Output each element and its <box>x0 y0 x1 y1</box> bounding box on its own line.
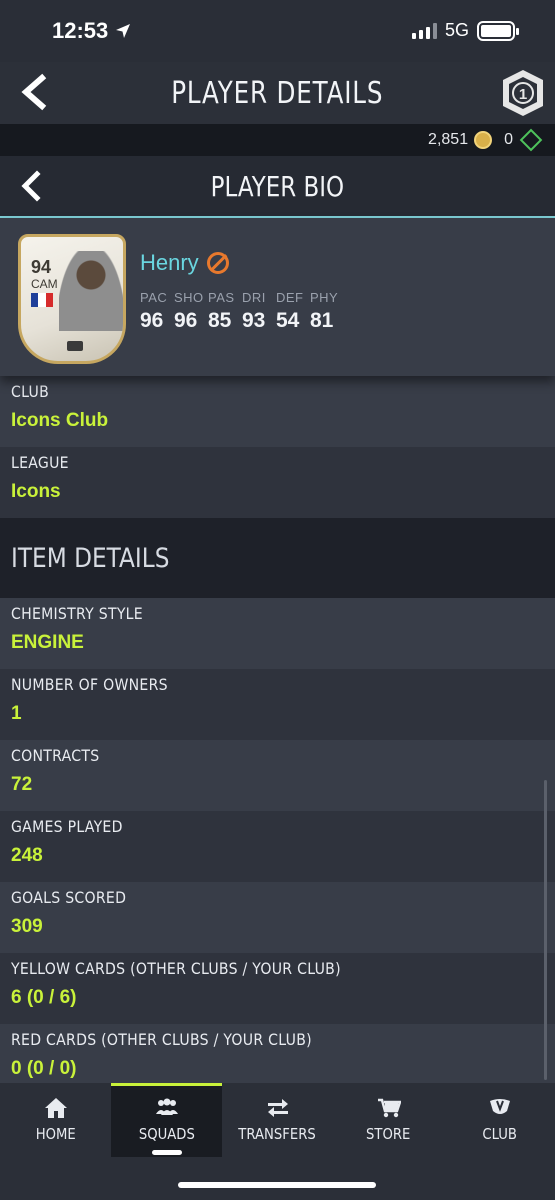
currency-bar: 2,851 0 <box>0 124 555 156</box>
nav-home[interactable]: HOME <box>0 1083 111 1157</box>
status-indicators: 5G <box>411 20 519 41</box>
row-label: YELLOW CARDS (OTHER CLUBS / YOUR CLUB) <box>11 959 341 978</box>
coin-icon <box>474 131 493 149</box>
stat-value: 81 <box>310 309 334 332</box>
player-photo <box>59 251 123 331</box>
stat-value: 54 <box>276 309 300 332</box>
row-value: ENGINE <box>11 632 84 653</box>
row-label: GOALS SCORED <box>11 888 127 907</box>
player-name: Henry <box>140 250 199 275</box>
scrollbar[interactable] <box>544 780 547 1080</box>
row-value: 309 <box>11 916 43 937</box>
detail-row-owners: NUMBER OF OWNERS 1 <box>0 669 555 740</box>
back-chevron-icon[interactable] <box>16 72 56 112</box>
stat-value: 96 <box>140 309 164 332</box>
nav-label: STORE <box>366 1125 411 1143</box>
sub-header-title: PLAYER BIO <box>210 169 345 203</box>
row-label: GAMES PLAYED <box>11 817 123 836</box>
stat-value: 85 <box>208 309 232 332</box>
bio-row-league: LEAGUE Icons <box>0 447 555 518</box>
nav-transfers[interactable]: TRANSFERS <box>222 1083 333 1157</box>
player-card[interactable]: 94 CAM <box>18 234 126 364</box>
stat-value: 96 <box>174 309 198 332</box>
row-value: Icons Club <box>11 410 109 431</box>
page-title: PLAYER DETAILS <box>171 75 384 111</box>
nav-label: TRANSFERS <box>238 1125 317 1143</box>
row-value: 0 (0 / 0) <box>11 1058 77 1079</box>
section-title: ITEM DETAILS <box>11 542 170 574</box>
details-list: CLUB Icons Club LEAGUE Icons ITEM DETAIL… <box>0 376 555 1095</box>
sub-back-chevron-icon[interactable] <box>16 170 48 202</box>
nav-label: SQUADS <box>138 1125 195 1143</box>
objectives-badge: 1 <box>519 86 527 103</box>
detail-row-contracts: CONTRACTS 72 <box>0 740 555 811</box>
row-value: 6 (0 / 6) <box>11 987 77 1008</box>
sub-header: PLAYER BIO <box>0 156 555 218</box>
untradeable-icon <box>206 252 229 274</box>
bottom-nav: HOME SQUADS TRANSFERS STORE CLUB <box>0 1083 555 1200</box>
item-details-heading: ITEM DETAILS <box>0 518 555 598</box>
battery-icon <box>477 20 519 41</box>
stat-value: 93 <box>242 309 266 332</box>
time-text: 12:53 <box>52 18 109 43</box>
stat-label: PHY <box>310 290 339 305</box>
stat-label: DRI <box>242 290 266 305</box>
row-value: 248 <box>11 845 43 866</box>
stat-pac: PAC 96 <box>140 290 168 333</box>
row-value: Icons <box>11 481 61 502</box>
stat-sho: SHO 96 <box>174 290 203 333</box>
store-icon <box>377 1098 401 1118</box>
squads-icon <box>155 1098 178 1115</box>
france-flag-icon <box>31 293 53 307</box>
detail-row-games-played: GAMES PLAYED 248 <box>0 811 555 882</box>
row-value: 1 <box>11 703 22 724</box>
player-stats: PAC 96 SHO 96 PAS 85 DRI 93 DEF 54 PHY 8… <box>140 290 339 333</box>
stat-phy: PHY 81 <box>310 290 339 333</box>
home-icon <box>44 1098 67 1118</box>
cellular-signal-icon <box>411 22 437 39</box>
status-time: 12:53 <box>52 18 132 44</box>
player-name-row: Henry <box>140 250 229 276</box>
nav-squads[interactable]: SQUADS <box>111 1083 222 1157</box>
detail-row-goals-scored: GOALS SCORED 309 <box>0 882 555 953</box>
row-value: 72 <box>11 774 33 795</box>
row-label: CHEMISTRY STYLE <box>11 604 143 623</box>
detail-row-chemistry-style: CHEMISTRY STYLE ENGINE <box>0 598 555 669</box>
detail-row-yellow-cards: YELLOW CARDS (OTHER CLUBS / YOUR CLUB) 6… <box>0 953 555 1024</box>
fifa-points-icon <box>519 128 543 152</box>
row-label: RED CARDS (OTHER CLUBS / YOUR CLUB) <box>11 1030 312 1049</box>
transfers-icon <box>267 1099 288 1117</box>
top-header: PLAYER DETAILS 1 <box>0 62 555 124</box>
card-rating: 94 <box>31 257 52 277</box>
coin-balance: 2,851 <box>428 131 469 148</box>
nav-label: HOME <box>35 1125 76 1143</box>
club-icon <box>489 1099 510 1114</box>
nav-store[interactable]: STORE <box>333 1083 444 1157</box>
stat-pas: PAS 85 <box>208 290 234 333</box>
nav-label: CLUB <box>482 1125 517 1143</box>
stat-label: DEF <box>276 290 304 305</box>
row-label: CONTRACTS <box>11 746 100 765</box>
stat-dri: DRI 93 <box>242 290 268 333</box>
stat-label: PAC <box>140 290 168 305</box>
card-position: CAM <box>31 277 58 291</box>
row-label: LEAGUE <box>11 453 69 472</box>
points-balance: 0 <box>504 131 513 148</box>
chemistry-style-icon <box>67 341 83 351</box>
network-type: 5G <box>444 20 469 40</box>
row-label: CLUB <box>11 382 50 401</box>
bio-row-club: CLUB Icons Club <box>0 376 555 447</box>
stat-label: SHO <box>174 290 204 305</box>
location-arrow-icon <box>116 24 131 38</box>
stat-label: PAS <box>208 290 235 305</box>
active-tab-indicator <box>151 1150 182 1155</box>
stat-def: DEF 54 <box>276 290 304 333</box>
nav-club[interactable]: CLUB <box>444 1083 555 1157</box>
objectives-icon[interactable]: 1 <box>501 68 545 118</box>
player-summary: 94 CAM Henry PAC 96 SHO 96 PAS 85 DRI 93… <box>0 218 555 376</box>
row-label: NUMBER OF OWNERS <box>11 675 168 694</box>
home-indicator[interactable] <box>178 1182 376 1188</box>
status-bar: 12:53 5G <box>0 0 555 62</box>
